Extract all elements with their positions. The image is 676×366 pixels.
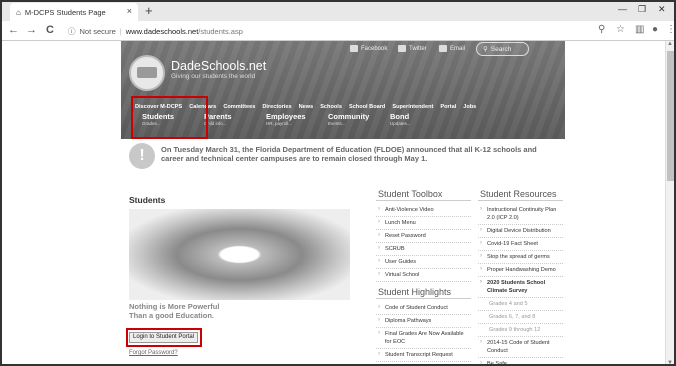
resources-link[interactable]: Covid-19 Fact Sheet [478, 238, 563, 251]
resources-link[interactable]: Be Safe [478, 358, 563, 364]
nav-committees[interactable]: Committees [223, 104, 255, 110]
district-seal-logo[interactable] [129, 55, 165, 91]
student-toolbox: Student Toolbox Anti-Violence Video Lunc… [376, 188, 471, 282]
facebook-icon [350, 45, 358, 52]
address-row: ← → C ⓘ Not secure | www.dadeschools.net… [2, 21, 674, 41]
search-icon: ⚲ [483, 46, 488, 53]
highlight-login-button [126, 328, 202, 347]
highlights-link[interactable]: Student Transcript Request [376, 349, 471, 362]
motto-line-2: Than a good Education. [129, 311, 214, 320]
nav-directories[interactable]: Directories [262, 104, 291, 110]
tab-bar: ⌂ M-DCPS Students Page × + — ❐ ✕ [2, 2, 674, 21]
address-bar[interactable]: ⓘ Not secure | www.dadeschools.net/stude… [68, 23, 588, 39]
toolbox-link[interactable]: User Guides [376, 256, 471, 269]
social-link-facebook[interactable]: Facebook [350, 45, 387, 52]
extension-icon[interactable]: ▥ [635, 24, 644, 35]
email-icon [439, 45, 447, 52]
tab-title: M-DCPS Students Page [24, 7, 106, 17]
search-label: Search [490, 45, 512, 53]
forgot-password-link[interactable]: Forgot Password? [129, 350, 178, 356]
close-window-button[interactable]: ✕ [658, 4, 666, 15]
security-label: Not secure [79, 26, 116, 36]
motto-line-1: Nothing is More Powerful [129, 302, 220, 311]
resources-link[interactable]: 2020 Students School Climate Survey [478, 277, 563, 298]
url-separator: | [119, 26, 122, 36]
tab-community[interactable]: Community Events... [320, 112, 382, 132]
motto: Nothing is More Powerful Than a good Edu… [129, 302, 219, 320]
tab-close-icon[interactable]: × [127, 6, 132, 16]
student-resources: Student Resources Instructional Continui… [478, 188, 563, 364]
profile-icon[interactable]: ● [652, 24, 658, 35]
highlight-students-tab [131, 96, 208, 139]
forward-button[interactable]: → [26, 24, 37, 36]
browser-tab[interactable]: ⌂ M-DCPS Students Page × [10, 3, 138, 21]
resources-title: Student Resources [478, 188, 563, 201]
page-title: Students [129, 195, 166, 205]
resources-link[interactable]: Digital Device Distribution [478, 225, 563, 238]
highlights-title: Student Highlights [376, 286, 471, 299]
resources-link[interactable]: Instructional Continuity Plan 2.0 (ICP 2… [478, 204, 563, 225]
warning-icon: ! [129, 143, 155, 169]
menu-icon[interactable]: ⋮ [666, 24, 674, 35]
toolbox-link[interactable]: SCRUB [376, 243, 471, 256]
resources-link[interactable]: Proper Handwashing Demo [478, 264, 563, 277]
resources-sublink[interactable]: Grades 4 and 5 [478, 298, 563, 311]
zoom-icon[interactable]: ⚲ [598, 24, 605, 35]
nav-jobs[interactable]: Jobs [463, 104, 476, 110]
tab-employees[interactable]: Employees HR, payroll... [258, 112, 320, 132]
resources-link[interactable]: 2014-15 Code of Student Conduct [478, 337, 563, 358]
new-tab-button[interactable]: + [145, 3, 153, 18]
toolbox-link[interactable]: Virtual School [376, 269, 471, 282]
resources-sublink[interactable]: Grades 9 through 12 [478, 324, 563, 337]
reload-button[interactable]: C [46, 24, 54, 36]
students-circle-photo [129, 209, 350, 300]
scroll-down-icon[interactable]: ▼ [667, 360, 673, 364]
toolbox-link[interactable]: Anti-Violence Video [376, 204, 471, 217]
scrollbar-thumb[interactable] [667, 51, 674, 181]
tab-bond[interactable]: Bond Updates... [382, 112, 444, 132]
resources-link[interactable]: Stop the spread of germs [478, 251, 563, 264]
site-name[interactable]: DadeSchools.net [171, 59, 266, 73]
url-host: www.dadeschools.net [125, 26, 199, 36]
url-text[interactable]: www.dadeschools.net/students.asp [126, 27, 243, 36]
nav-school-board[interactable]: School Board [349, 104, 385, 110]
maximize-button[interactable]: ❐ [638, 4, 646, 15]
back-button[interactable]: ← [8, 24, 19, 36]
scroll-up-icon[interactable]: ▲ [667, 41, 673, 47]
student-highlights: Student Highlights Code of Student Condu… [376, 286, 471, 362]
highlights-link[interactable]: Diploma Pathways [376, 315, 471, 328]
toolbox-title: Student Toolbox [376, 188, 471, 201]
social-link-twitter[interactable]: Twitter [398, 45, 427, 52]
minimize-button[interactable]: — [618, 4, 627, 14]
site-tagline: Giving our students the world [171, 73, 256, 80]
nav-news[interactable]: News [299, 104, 314, 110]
nav-schools[interactable]: Schools [320, 104, 342, 110]
resources-sublink[interactable]: Grades 6, 7, and 8 [478, 311, 563, 324]
announcement-text: On Tuesday March 31, the Florida Departm… [161, 145, 537, 163]
nav-portal[interactable]: Portal [440, 104, 456, 110]
highlights-link[interactable]: Final Grades Are Now Available for EOC [376, 328, 471, 349]
social-link-email[interactable]: Email [439, 45, 465, 52]
twitter-icon [398, 45, 406, 52]
closure-announcement: ! On Tuesday March 31, the Florida Depar… [121, 140, 565, 176]
bookmark-star-icon[interactable]: ☆ [616, 24, 625, 35]
favicon-icon: ⌂ [16, 7, 21, 17]
url-path: /students.asp [198, 26, 243, 36]
page-scrollbar[interactable]: ▲ ▼ [665, 41, 674, 364]
search-box[interactable]: ⚲ Search [476, 42, 529, 56]
toolbox-link[interactable]: Lunch Menu [376, 217, 471, 230]
info-icon[interactable]: ⓘ [68, 26, 76, 37]
highlights-link[interactable]: Code of Student Conduct [376, 302, 471, 315]
browser-window: ⌂ M-DCPS Students Page × + — ❐ ✕ ← → C ⓘ… [0, 0, 676, 366]
toolbox-link[interactable]: Reset Password [376, 230, 471, 243]
nav-superintendent[interactable]: Superintendent [392, 104, 433, 110]
